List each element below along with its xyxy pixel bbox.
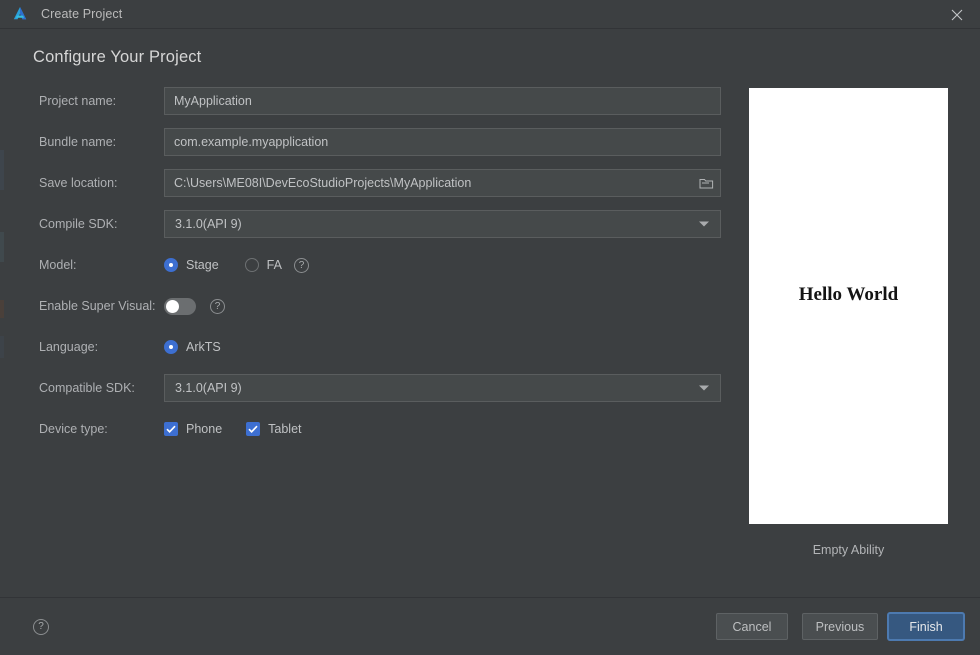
template-preview-panel: Hello World Empty Ability bbox=[749, 88, 948, 557]
field-row-compatible-sdk: Compatible SDK: 3.1.0(API 9) bbox=[0, 374, 740, 402]
preview-template-caption: Empty Ability bbox=[812, 543, 885, 557]
model-help-question-mark-icon[interactable]: ? bbox=[293, 257, 309, 273]
checkbox-box-tablet bbox=[246, 422, 261, 436]
save-location-input[interactable] bbox=[164, 169, 721, 197]
device-type-checkbox-group: Phone Tablet bbox=[164, 422, 326, 436]
folder-icon[interactable] bbox=[692, 170, 720, 196]
checkbox-device-phone[interactable]: Phone bbox=[164, 422, 222, 436]
field-row-save-location: Save location: bbox=[0, 169, 740, 197]
field-row-bundle-name: Bundle name: bbox=[0, 128, 740, 156]
compile-sdk-field-area: 3.1.0(API 9) bbox=[164, 210, 721, 238]
field-row-device-type: Device type: Phone Tablet bbox=[0, 415, 740, 443]
save-location-field-area bbox=[164, 169, 721, 197]
footer-help-question-mark-icon[interactable]: ? bbox=[33, 619, 49, 635]
field-row-language: Language: ArkTS bbox=[0, 333, 740, 361]
chevron-down-icon bbox=[699, 385, 709, 391]
radio-model-stage[interactable]: Stage bbox=[164, 258, 219, 272]
compatible-sdk-dropdown[interactable]: 3.1.0(API 9) bbox=[164, 374, 721, 402]
preview-hello-world-text: Hello World bbox=[798, 284, 899, 305]
radio-label-stage: Stage bbox=[186, 258, 219, 272]
field-row-enable-super-visual: Enable Super Visual: ? bbox=[0, 292, 740, 320]
enable-super-visual-label: Enable Super Visual: bbox=[39, 299, 156, 313]
field-row-compile-sdk: Compile SDK: 3.1.0(API 9) bbox=[0, 210, 740, 238]
enable-super-visual-field-area: ? bbox=[164, 292, 721, 320]
configure-project-form: Project name: Bundle name: Save location… bbox=[0, 87, 740, 456]
enable-super-visual-toggle[interactable] bbox=[164, 297, 196, 315]
radio-dot-stage bbox=[164, 258, 178, 272]
window-title: Create Project bbox=[41, 7, 123, 21]
radio-dot-arkts bbox=[164, 340, 178, 354]
bundle-name-field-area bbox=[164, 128, 721, 156]
finish-button[interactable]: Finish bbox=[888, 613, 964, 640]
checkbox-label-tablet: Tablet bbox=[268, 422, 302, 436]
checkbox-box-phone bbox=[164, 422, 178, 436]
project-name-input[interactable] bbox=[164, 87, 721, 115]
device-type-label: Device type: bbox=[39, 422, 108, 436]
radio-label-arkts: ArkTS bbox=[186, 340, 221, 354]
window-title-bar: Create Project bbox=[0, 0, 980, 29]
checkbox-device-tablet[interactable]: Tablet bbox=[246, 422, 302, 436]
project-name-field-area bbox=[164, 87, 721, 115]
previous-button[interactable]: Previous bbox=[802, 613, 878, 640]
deveco-studio-logo bbox=[11, 5, 29, 23]
radio-label-fa: FA bbox=[266, 258, 282, 272]
super-visual-help-question-mark-icon[interactable]: ? bbox=[210, 298, 225, 314]
preview-device-screen: Hello World bbox=[749, 88, 948, 524]
cancel-button[interactable]: Cancel bbox=[716, 613, 788, 640]
save-location-label: Save location: bbox=[39, 176, 118, 190]
compatible-sdk-field-area: 3.1.0(API 9) bbox=[164, 374, 721, 402]
dialog-footer: ? Cancel Previous Finish bbox=[0, 597, 980, 655]
radio-model-fa[interactable]: FA bbox=[244, 258, 282, 272]
compatible-sdk-label: Compatible SDK: bbox=[39, 381, 135, 395]
radio-dot-fa bbox=[244, 258, 259, 272]
chevron-down-icon bbox=[699, 221, 709, 227]
project-name-label: Project name: bbox=[39, 94, 117, 108]
field-row-model: Model: Stage FA ? bbox=[0, 251, 740, 279]
bundle-name-input[interactable] bbox=[164, 128, 721, 156]
language-field-area: ArkTS bbox=[164, 333, 721, 361]
field-row-project-name: Project name: bbox=[0, 87, 740, 115]
model-radio-group: Stage FA bbox=[164, 258, 308, 272]
language-label: Language: bbox=[39, 340, 99, 354]
compile-sdk-label: Compile SDK: bbox=[39, 217, 118, 231]
compatible-sdk-value: 3.1.0(API 9) bbox=[175, 381, 242, 395]
checkbox-label-phone: Phone bbox=[186, 422, 223, 436]
device-type-field-area: Phone Tablet bbox=[164, 415, 721, 443]
bundle-name-label: Bundle name: bbox=[39, 135, 117, 149]
compile-sdk-value: 3.1.0(API 9) bbox=[175, 217, 242, 231]
close-icon[interactable] bbox=[934, 0, 980, 29]
dialog-body: Configure Your Project Project name: Bun… bbox=[0, 29, 980, 597]
page-title: Configure Your Project bbox=[33, 48, 202, 66]
language-radio-group: ArkTS bbox=[164, 340, 247, 354]
model-field-area: Stage FA ? bbox=[164, 251, 721, 279]
model-label: Model: bbox=[39, 258, 77, 272]
radio-language-arkts[interactable]: ArkTS bbox=[164, 340, 221, 354]
compile-sdk-dropdown[interactable]: 3.1.0(API 9) bbox=[164, 210, 721, 238]
